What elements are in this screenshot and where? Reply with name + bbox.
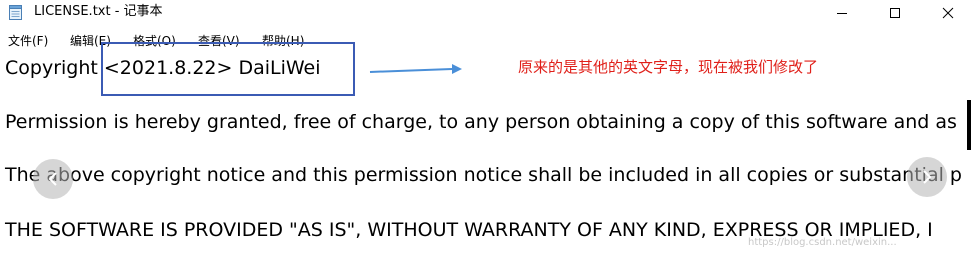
close-button[interactable] [925,0,971,26]
document-line: Permission is hereby granted, free of ch… [5,111,957,133]
next-button[interactable] [907,157,947,197]
arrow-icon [369,64,462,74]
chevron-left-icon [48,172,57,186]
notepad-icon [9,5,22,20]
menu-file[interactable]: 文件(F) [8,33,48,49]
maximize-button[interactable] [872,0,918,26]
watermark: https://blog.csdn.net/weixin... [748,237,897,248]
document-line: The above copyright notice and this perm… [5,164,962,186]
previous-button[interactable] [33,159,73,199]
title-bar: LICENSE.txt - 记事本 [0,0,971,26]
highlight-box [101,42,355,96]
minimize-icon [837,13,847,14]
minimize-button[interactable] [819,0,865,26]
close-icon [942,7,954,19]
scrollbar[interactable] [967,100,971,150]
chevron-right-icon [923,170,932,184]
annotation-text: 原来的是其他的英文字母，现在被我们修改了 [518,58,819,76]
window-title: LICENSE.txt - 记事本 [34,4,163,19]
maximize-icon [890,8,900,18]
